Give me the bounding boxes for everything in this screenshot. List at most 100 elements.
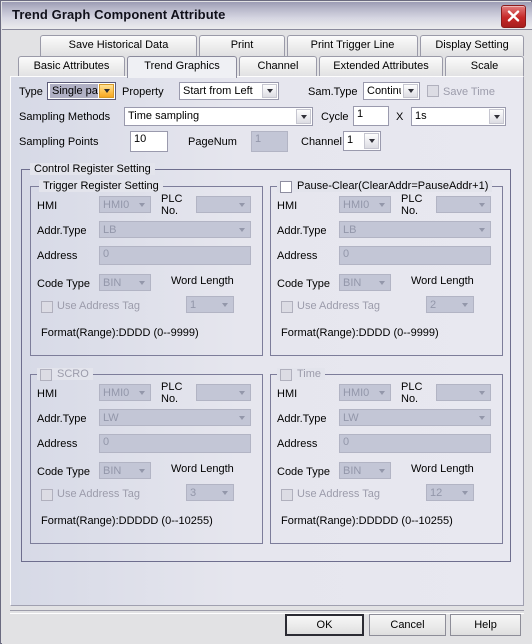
hmi-combo-value: HMI0 [103,199,130,211]
addr-type-combo: LB [99,221,251,238]
time-title: Time [297,368,322,380]
chevron-down-icon[interactable] [262,84,277,98]
ok-button[interactable]: OK [285,614,364,636]
tab-trend-graphics[interactable]: Trend Graphics [127,56,237,78]
property-label: Property [122,86,164,98]
hmi-combo: HMI0 [339,384,391,401]
window-title: Trend Graph Component Attribute [12,7,226,22]
address-label: Address [37,250,78,262]
code-type-combo: BIN [99,462,151,479]
plc-no-label: PLC No. [401,381,423,405]
time-panel: Time HMI HMI0 PLC No. Addr.Type LW Addre… [270,368,503,544]
chevron-down-icon[interactable] [489,109,504,124]
chevron-down-icon [457,486,472,499]
plc-no-combo [436,196,491,213]
cancel-button[interactable]: Cancel [369,614,446,636]
control-register-setting-group: Control Register Setting Trigger Registe… [21,163,511,562]
save-time-checkbox [427,85,439,97]
sam-type-combo[interactable]: Continu [363,82,420,100]
code-type-combo-value: BIN [103,465,122,477]
code-type-label: Code Type [277,278,331,290]
tab-save-historical-data[interactable]: Save Historical Data [40,35,197,56]
channel-combo[interactable]: 1 [343,131,381,151]
type-label: Type [19,86,43,98]
plc-no-label: PLC No. [161,381,183,405]
addr-type-label: Addr.Type [277,225,327,237]
word-length-combo-value: 3 [190,487,197,499]
sam-type-combo-value: Continu [367,85,401,97]
addr-type-label: Addr.Type [277,413,327,425]
code-type-combo-value: BIN [103,277,122,289]
hmi-combo: HMI0 [99,196,151,213]
chevron-down-icon[interactable] [296,109,311,124]
word-length-combo-value: 1 [190,299,197,311]
chevron-down-icon [374,464,389,477]
tab-print[interactable]: Print [199,35,285,56]
tab-strip: Save Historical Data Print Print Trigger… [10,35,524,78]
code-type-combo: BIN [99,274,151,291]
addr-type-label: Addr.Type [37,413,87,425]
save-time-label: Save Time [443,86,495,98]
tab-scale[interactable]: Scale [445,56,524,77]
tab-basic-attributes[interactable]: Basic Attributes [18,56,125,77]
plc-no-combo [196,196,251,213]
tab-print-trigger-line[interactable]: Print Trigger Line [287,35,418,56]
chevron-down-icon [234,223,249,236]
format-range-text: Format(Range):DDDDD (0--10255) [281,515,453,527]
chevron-down-icon[interactable] [99,84,114,98]
cycle-unit-combo[interactable]: 1s [411,107,506,126]
sampling-methods-value: Time sampling [128,110,200,122]
tab-channel[interactable]: Channel [239,56,317,77]
format-range-text: Format(Range):DDDDD (0--10255) [41,515,213,527]
tab-display-setting[interactable]: Display Setting [420,35,524,56]
trigger-register-setting-title: Trigger Register Setting [39,180,163,192]
hmi-combo-value: HMI0 [103,387,130,399]
word-length-combo: 2 [426,296,474,313]
help-button[interactable]: Help [450,614,521,636]
channel-label: Channel [301,136,342,148]
chevron-down-icon[interactable] [403,84,418,98]
addr-type-combo-value: LW [343,412,359,424]
pagenum-label: PageNum [188,136,237,148]
chevron-down-icon [134,198,149,211]
footer-divider [10,610,524,614]
plc-no-label: PLC No. [161,193,183,217]
tab-extended-attributes[interactable]: Extended Attributes [319,56,443,77]
type-combo[interactable]: Single pag [47,82,116,100]
trigger-register-setting-panel: Trigger Register Setting HMI HMI0 PLC No… [30,180,263,356]
chevron-down-icon [134,464,149,477]
property-combo[interactable]: Start from Left [179,82,279,100]
code-type-combo-value: BIN [343,277,362,289]
tab-row-2: Basic Attributes Trend Graphics Channel … [10,56,524,78]
scro-panel: SCRO HMI HMI0 PLC No. Addr.Type LW Addre… [30,368,263,544]
title-bar: Trend Graph Component Attribute [2,2,532,30]
address-label: Address [277,250,318,262]
close-icon[interactable] [501,5,526,28]
scro-checkbox[interactable] [40,369,52,381]
cycle-label: Cycle [321,111,349,123]
use-address-tag-checkbox [41,301,53,313]
chevron-down-icon [217,486,232,499]
addr-type-combo: LW [339,409,491,426]
chevron-down-icon [134,386,149,399]
hmi-label: HMI [37,388,58,400]
use-address-tag-label: Use Address Tag [297,488,380,500]
chevron-down-icon [234,411,249,424]
time-checkbox[interactable] [280,369,292,381]
chevron-down-icon[interactable] [364,133,379,149]
use-address-tag-label: Use Address Tag [297,300,380,312]
code-type-label: Code Type [37,278,91,290]
format-range-text: Format(Range):DDDD (0--9999) [41,327,199,339]
addr-type-combo-value: LW [103,412,119,424]
pause-clear-checkbox[interactable] [280,181,292,193]
chevron-down-icon [134,276,149,289]
plc-no-combo [196,384,251,401]
address-input: 0 [99,434,251,453]
address-label: Address [37,438,78,450]
sampling-methods-combo[interactable]: Time sampling [124,107,313,126]
use-address-tag-checkbox [281,301,293,313]
chevron-down-icon [374,386,389,399]
tab-row-1: Save Historical Data Print Print Trigger… [10,35,524,56]
cycle-input[interactable]: 1 [353,106,389,126]
sampling-points-input[interactable]: 10 [130,131,168,152]
